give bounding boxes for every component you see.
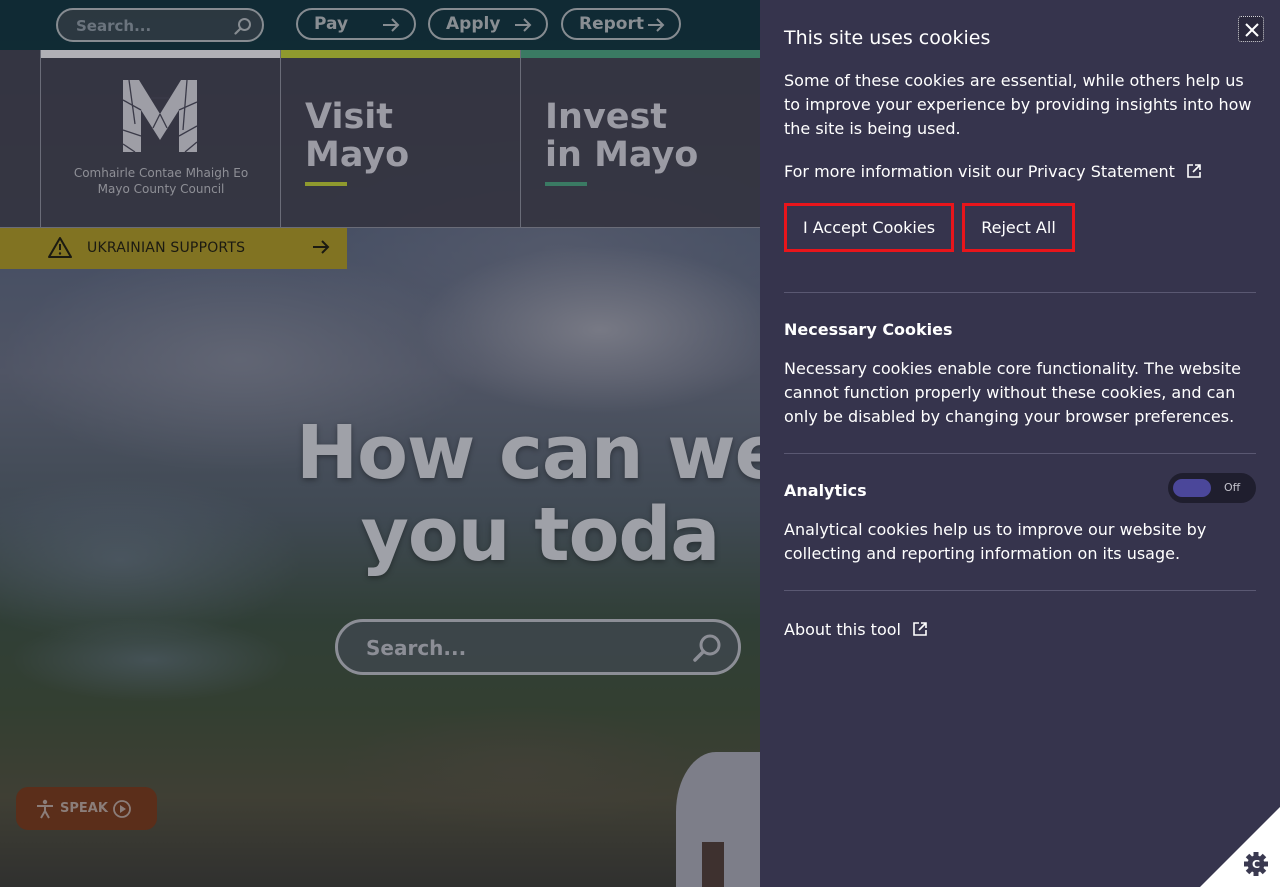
main-nav: Comhairle Contae Mhaigh Eo Mayo County C… xyxy=(0,50,760,228)
invest-accent-bar xyxy=(521,50,760,58)
invest-mayo-title: Invest in Mayo xyxy=(545,98,698,174)
about-tool-link[interactable]: About this tool xyxy=(784,620,901,639)
privacy-info: For more information visit our Privacy S… xyxy=(784,160,1202,186)
play-icon xyxy=(112,799,132,823)
home-logo-link[interactable]: Comhairle Contae Mhaigh Eo Mayo County C… xyxy=(40,50,280,228)
pay-link[interactable]: Pay xyxy=(296,8,416,40)
divider xyxy=(784,292,1256,293)
svg-text:C: C xyxy=(1252,858,1260,871)
close-button[interactable] xyxy=(1238,16,1264,42)
report-label: Report xyxy=(579,14,644,34)
invest-title-line2: in Mayo xyxy=(545,135,699,175)
accessibility-icon xyxy=(36,799,54,823)
logo-accent-bar xyxy=(41,50,280,58)
arrow-right-icon xyxy=(647,17,665,37)
arrow-right-icon xyxy=(382,17,400,37)
analytics-toggle-knob xyxy=(1173,479,1211,497)
logo-irish-name: Comhairle Contae Mhaigh Eo xyxy=(73,166,249,180)
hero-search-field[interactable]: Search... xyxy=(335,619,741,675)
reject-all-button[interactable]: Reject All xyxy=(962,203,1075,252)
top-search-field[interactable]: Search... xyxy=(56,8,264,42)
necessary-cookies-text: Necessary cookies enable core functional… xyxy=(784,359,1241,426)
necessary-cookies-title: Necessary Cookies xyxy=(784,320,953,339)
cookie-settings-icon: C xyxy=(1200,807,1280,887)
visit-underline xyxy=(305,182,347,186)
divider xyxy=(784,590,1256,591)
invest-underline xyxy=(545,182,587,186)
cookie-consent-panel: This site uses cookies Some of these coo… xyxy=(760,0,1280,887)
apply-link[interactable]: Apply xyxy=(428,8,548,40)
invest-mayo-tile[interactable]: Invest in Mayo xyxy=(520,50,760,228)
cookie-control-button[interactable]: C xyxy=(1200,807,1280,887)
analytics-toggle-state: Off xyxy=(1224,481,1241,494)
cookie-panel-title: This site uses cookies xyxy=(784,27,991,49)
visit-accent-bar xyxy=(281,50,520,58)
visit-mayo-title: Visit Mayo xyxy=(305,98,409,174)
analytics-text: Analytical cookies help us to improve ou… xyxy=(784,520,1207,563)
visit-title-line1: Visit xyxy=(305,97,394,137)
invest-title-line1: Invest xyxy=(545,97,668,137)
analytics-toggle[interactable]: Off xyxy=(1168,473,1256,503)
close-icon xyxy=(1245,23,1259,37)
search-icon[interactable] xyxy=(692,633,722,667)
speak-label: SPEAK xyxy=(60,801,108,816)
divider xyxy=(784,453,1256,454)
visit-title-line2: Mayo xyxy=(305,135,410,175)
privacy-statement-link[interactable]: Privacy Statement xyxy=(1028,162,1175,181)
report-link[interactable]: Report xyxy=(561,8,681,40)
top-bar: Search... Pay Apply Report xyxy=(0,0,760,50)
accept-cookies-button[interactable]: I Accept Cookies xyxy=(784,203,954,252)
about-tool: About this tool xyxy=(784,618,928,644)
ukrainian-supports-banner[interactable]: UKRAINIAN SUPPORTS xyxy=(0,228,347,269)
arrow-right-icon xyxy=(312,239,330,259)
pay-label: Pay xyxy=(314,14,349,34)
external-link-icon[interactable] xyxy=(912,620,928,644)
apply-label: Apply xyxy=(446,14,501,34)
external-link-icon[interactable] xyxy=(1186,162,1202,186)
hero-search-placeholder: Search... xyxy=(366,636,467,660)
visit-mayo-tile[interactable]: Visit Mayo xyxy=(280,50,520,228)
cookie-intro-text: Some of these cookies are essential, whi… xyxy=(784,71,1252,138)
arrow-right-icon xyxy=(514,17,532,37)
top-search-placeholder: Search... xyxy=(76,17,152,35)
warning-icon xyxy=(48,236,72,262)
search-icon[interactable] xyxy=(234,17,252,39)
analytics-title: Analytics xyxy=(784,481,867,500)
speak-button[interactable]: SPEAK xyxy=(16,787,157,830)
mayo-logo-icon xyxy=(121,79,199,158)
logo-english-name: Mayo County Council xyxy=(97,182,225,196)
banner-label: UKRAINIAN SUPPORTS xyxy=(87,240,246,256)
privacy-info-prefix: For more information visit our xyxy=(784,162,1023,181)
